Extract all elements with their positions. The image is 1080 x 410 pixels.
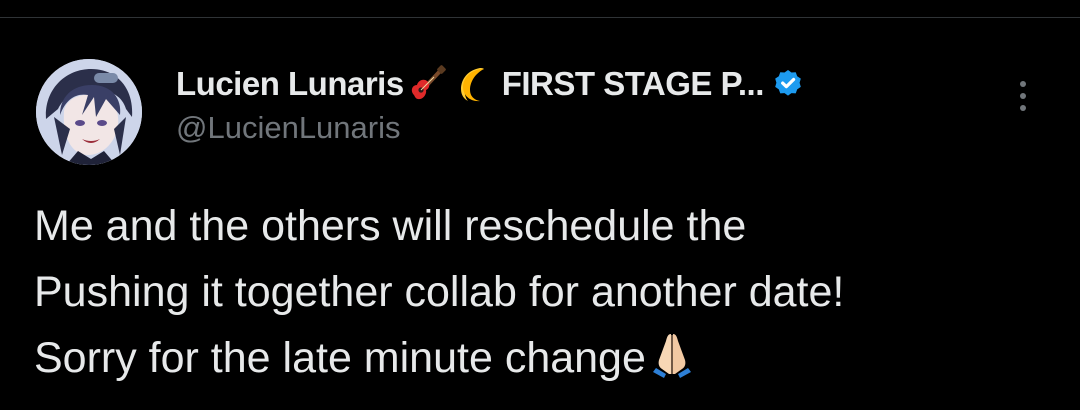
verified-badge-icon [772,68,804,100]
more-dot [1020,81,1026,87]
more-vertical-icon[interactable] [1008,76,1038,116]
tweet-text-line: Pushing it together collab for another d… [34,268,845,316]
top-divider [0,17,1080,18]
avatar[interactable] [36,59,142,165]
guitar-emoji [408,65,446,103]
crescent-moon-emoji [454,65,492,103]
display-name[interactable]: Lucien Lunaris [176,65,404,103]
folded-hands-emoji [650,330,694,397]
tweet-text-line: Me and the others will reschedule the [34,202,747,250]
tweet-text-line-last: Sorry for the late minute change [34,325,1054,397]
display-name-suffix[interactable]: FIRST STAGE P... [502,65,765,103]
tweet-text: Me and the others will reschedule the Pu… [34,193,1054,397]
tweet-text-line: Sorry for the late minute change [34,334,646,382]
more-dot [1020,93,1026,99]
more-dot [1020,105,1026,111]
author-handle[interactable]: @LucienLunaris [176,110,401,146]
author-line[interactable]: Lucien Lunaris FIRST STAGE P... [176,64,804,104]
